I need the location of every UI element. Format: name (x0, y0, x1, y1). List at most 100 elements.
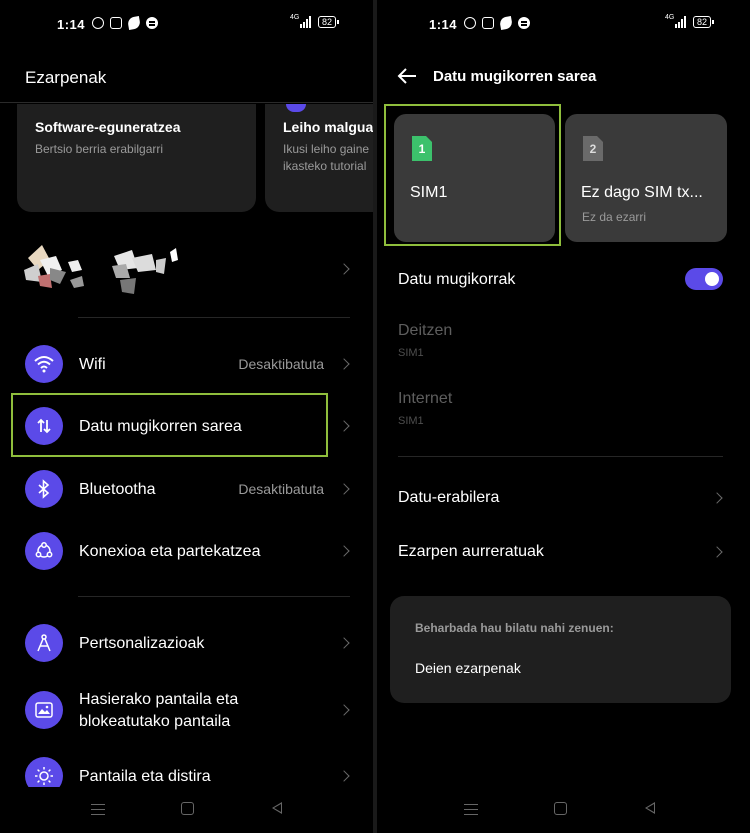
sim-name: Ez dago SIM tx... (581, 184, 703, 201)
instagram-icon (110, 17, 122, 29)
card-subtitle: Bertsio berria erabilgarri (35, 142, 164, 156)
row-label: Bluetootha (79, 481, 156, 498)
spotify-icon (146, 17, 158, 29)
status-time: 1:14 (429, 17, 458, 32)
notification-icons (92, 16, 158, 30)
chevron-right-icon (338, 637, 350, 649)
settings-item-wifi[interactable]: Wifi Desaktibatuta (0, 345, 373, 385)
row-label-line2: blokeatutako pantaila (79, 713, 231, 730)
section-divider (78, 596, 350, 597)
recents-button[interactable] (91, 804, 105, 815)
recents-button[interactable] (464, 804, 478, 815)
share-icon (25, 532, 63, 570)
sim-chip-icon: 1 (412, 136, 432, 161)
settings-panel: 1:14 4G 82 Ezarpenak Software-eguneratze… (0, 0, 373, 833)
battery-icon: 82 (318, 16, 340, 28)
sim-chip-icon: 2 (583, 136, 603, 161)
brightness-icon (25, 757, 63, 787)
calls-label: Deitzen (398, 322, 453, 339)
chevron-right-icon (338, 263, 350, 275)
home-button[interactable] (181, 802, 194, 815)
settings-item-display-brightness[interactable]: Pantaila eta distira (0, 757, 373, 787)
sim-status: Ez da ezarri (582, 210, 647, 224)
settings-item-personalization[interactable]: Pertsonalizazioak (0, 624, 373, 664)
toggle-knob (705, 272, 719, 286)
row-label-line1: Hasierako pantaila eta (79, 691, 239, 708)
chevron-right-icon (338, 704, 350, 716)
signal-icon: 4G (290, 14, 311, 28)
leaf-icon (127, 16, 141, 30)
sim1-card[interactable]: 1 SIM1 (394, 114, 555, 242)
account-row[interactable] (0, 235, 373, 305)
page-title: Datu mugikorren sarea (433, 68, 597, 85)
suggestion-box: Beharbada hau bilatu nahi zenuen: Deien … (390, 596, 731, 703)
status-bar: 1:14 4G 82 (0, 14, 373, 36)
suggestion-call-settings[interactable]: Deien ezarpenak (415, 660, 521, 676)
status-time: 1:14 (57, 17, 86, 32)
network-type: 4G (290, 14, 300, 21)
data-usage-label: Datu-erabilera (398, 489, 500, 506)
network-type: 4G (665, 14, 675, 21)
section-divider (398, 456, 723, 457)
data-transfer-icon (25, 407, 63, 445)
internet-sim: SIM1 (398, 415, 424, 427)
signal-icon: 4G (665, 14, 686, 28)
mobile-data-label: Datu mugikorrak (398, 271, 516, 288)
back-button[interactable] (272, 802, 282, 814)
chevron-right-icon (338, 420, 350, 432)
card-subtitle: Ikusi leiho gaine ikasteko tutorial (283, 142, 370, 173)
row-label: Pertsonalizazioak (79, 635, 205, 652)
card-title: Software-eguneratzea (35, 119, 181, 135)
sim-name: SIM1 (410, 184, 448, 201)
advanced-label: Ezarpen aurreratuak (398, 543, 544, 560)
page-title: Ezarpenak (25, 68, 107, 87)
suggestion-heading: Beharbada hau bilatu nahi zenuen: (415, 621, 614, 635)
bluetooth-icon (25, 470, 63, 508)
settings-item-connection-sharing[interactable]: Konexioa eta partekatzea (0, 532, 373, 572)
settings-item-bluetooth[interactable]: Bluetootha Desaktibatuta (0, 470, 373, 510)
battery-icon: 82 (693, 16, 715, 28)
row-value: Desaktibatuta (238, 481, 324, 497)
section-divider (78, 317, 350, 318)
chevron-right-icon (338, 770, 350, 782)
software-update-card[interactable]: Software-eguneratzea Bertsio berria erab… (17, 104, 256, 212)
wifi-icon (25, 345, 63, 383)
header-divider (0, 102, 373, 103)
account-avatar (24, 245, 178, 294)
calls-sim: SIM1 (398, 347, 424, 359)
notification-icons (464, 16, 530, 30)
back-button[interactable] (645, 802, 655, 814)
chevron-right-icon (338, 358, 350, 370)
card-title: Leiho malgual (283, 119, 373, 135)
row-label: Wifi (79, 356, 106, 373)
chevron-right-icon (711, 546, 723, 558)
home-button[interactable] (554, 802, 567, 815)
chevron-right-icon (711, 492, 723, 504)
whatsapp-icon (464, 17, 476, 29)
row-label: Datu mugikorren sarea (79, 418, 242, 435)
settings-item-mobile-data[interactable]: Datu mugikorren sarea (0, 407, 373, 447)
image-icon (25, 691, 63, 729)
floating-window-card[interactable]: Leiho malgual Ikusi leiho gaine ikasteko… (265, 104, 373, 212)
row-value: Desaktibatuta (238, 356, 324, 372)
settings-item-home-lock-screen[interactable]: Hasierako pantaila eta blokeatutako pant… (0, 688, 373, 734)
sim2-card[interactable]: 2 Ez dago SIM tx... Ez da ezarri (565, 114, 727, 242)
system-icons: 4G 82 (665, 14, 715, 28)
navigation-bar (0, 796, 373, 824)
row-label: Konexioa eta partekatzea (79, 543, 261, 560)
mobile-network-panel: 1:14 4G 82 Datu mugikorren sarea 1 SIM1 … (377, 0, 750, 833)
spotify-icon (518, 17, 530, 29)
leaf-icon (499, 16, 513, 30)
personalize-icon (25, 624, 63, 662)
navigation-bar (377, 796, 750, 824)
status-bar: 1:14 4G 82 (377, 14, 750, 36)
mobile-data-toggle[interactable] (685, 268, 723, 290)
chevron-right-icon (338, 483, 350, 495)
chevron-right-icon (338, 545, 350, 557)
instagram-icon (482, 17, 494, 29)
back-arrow-icon[interactable] (396, 66, 418, 86)
row-label: Pantaila eta distira (79, 768, 211, 785)
whatsapp-icon (92, 17, 104, 29)
internet-label: Internet (398, 390, 453, 407)
system-icons: 4G 82 (290, 14, 340, 28)
